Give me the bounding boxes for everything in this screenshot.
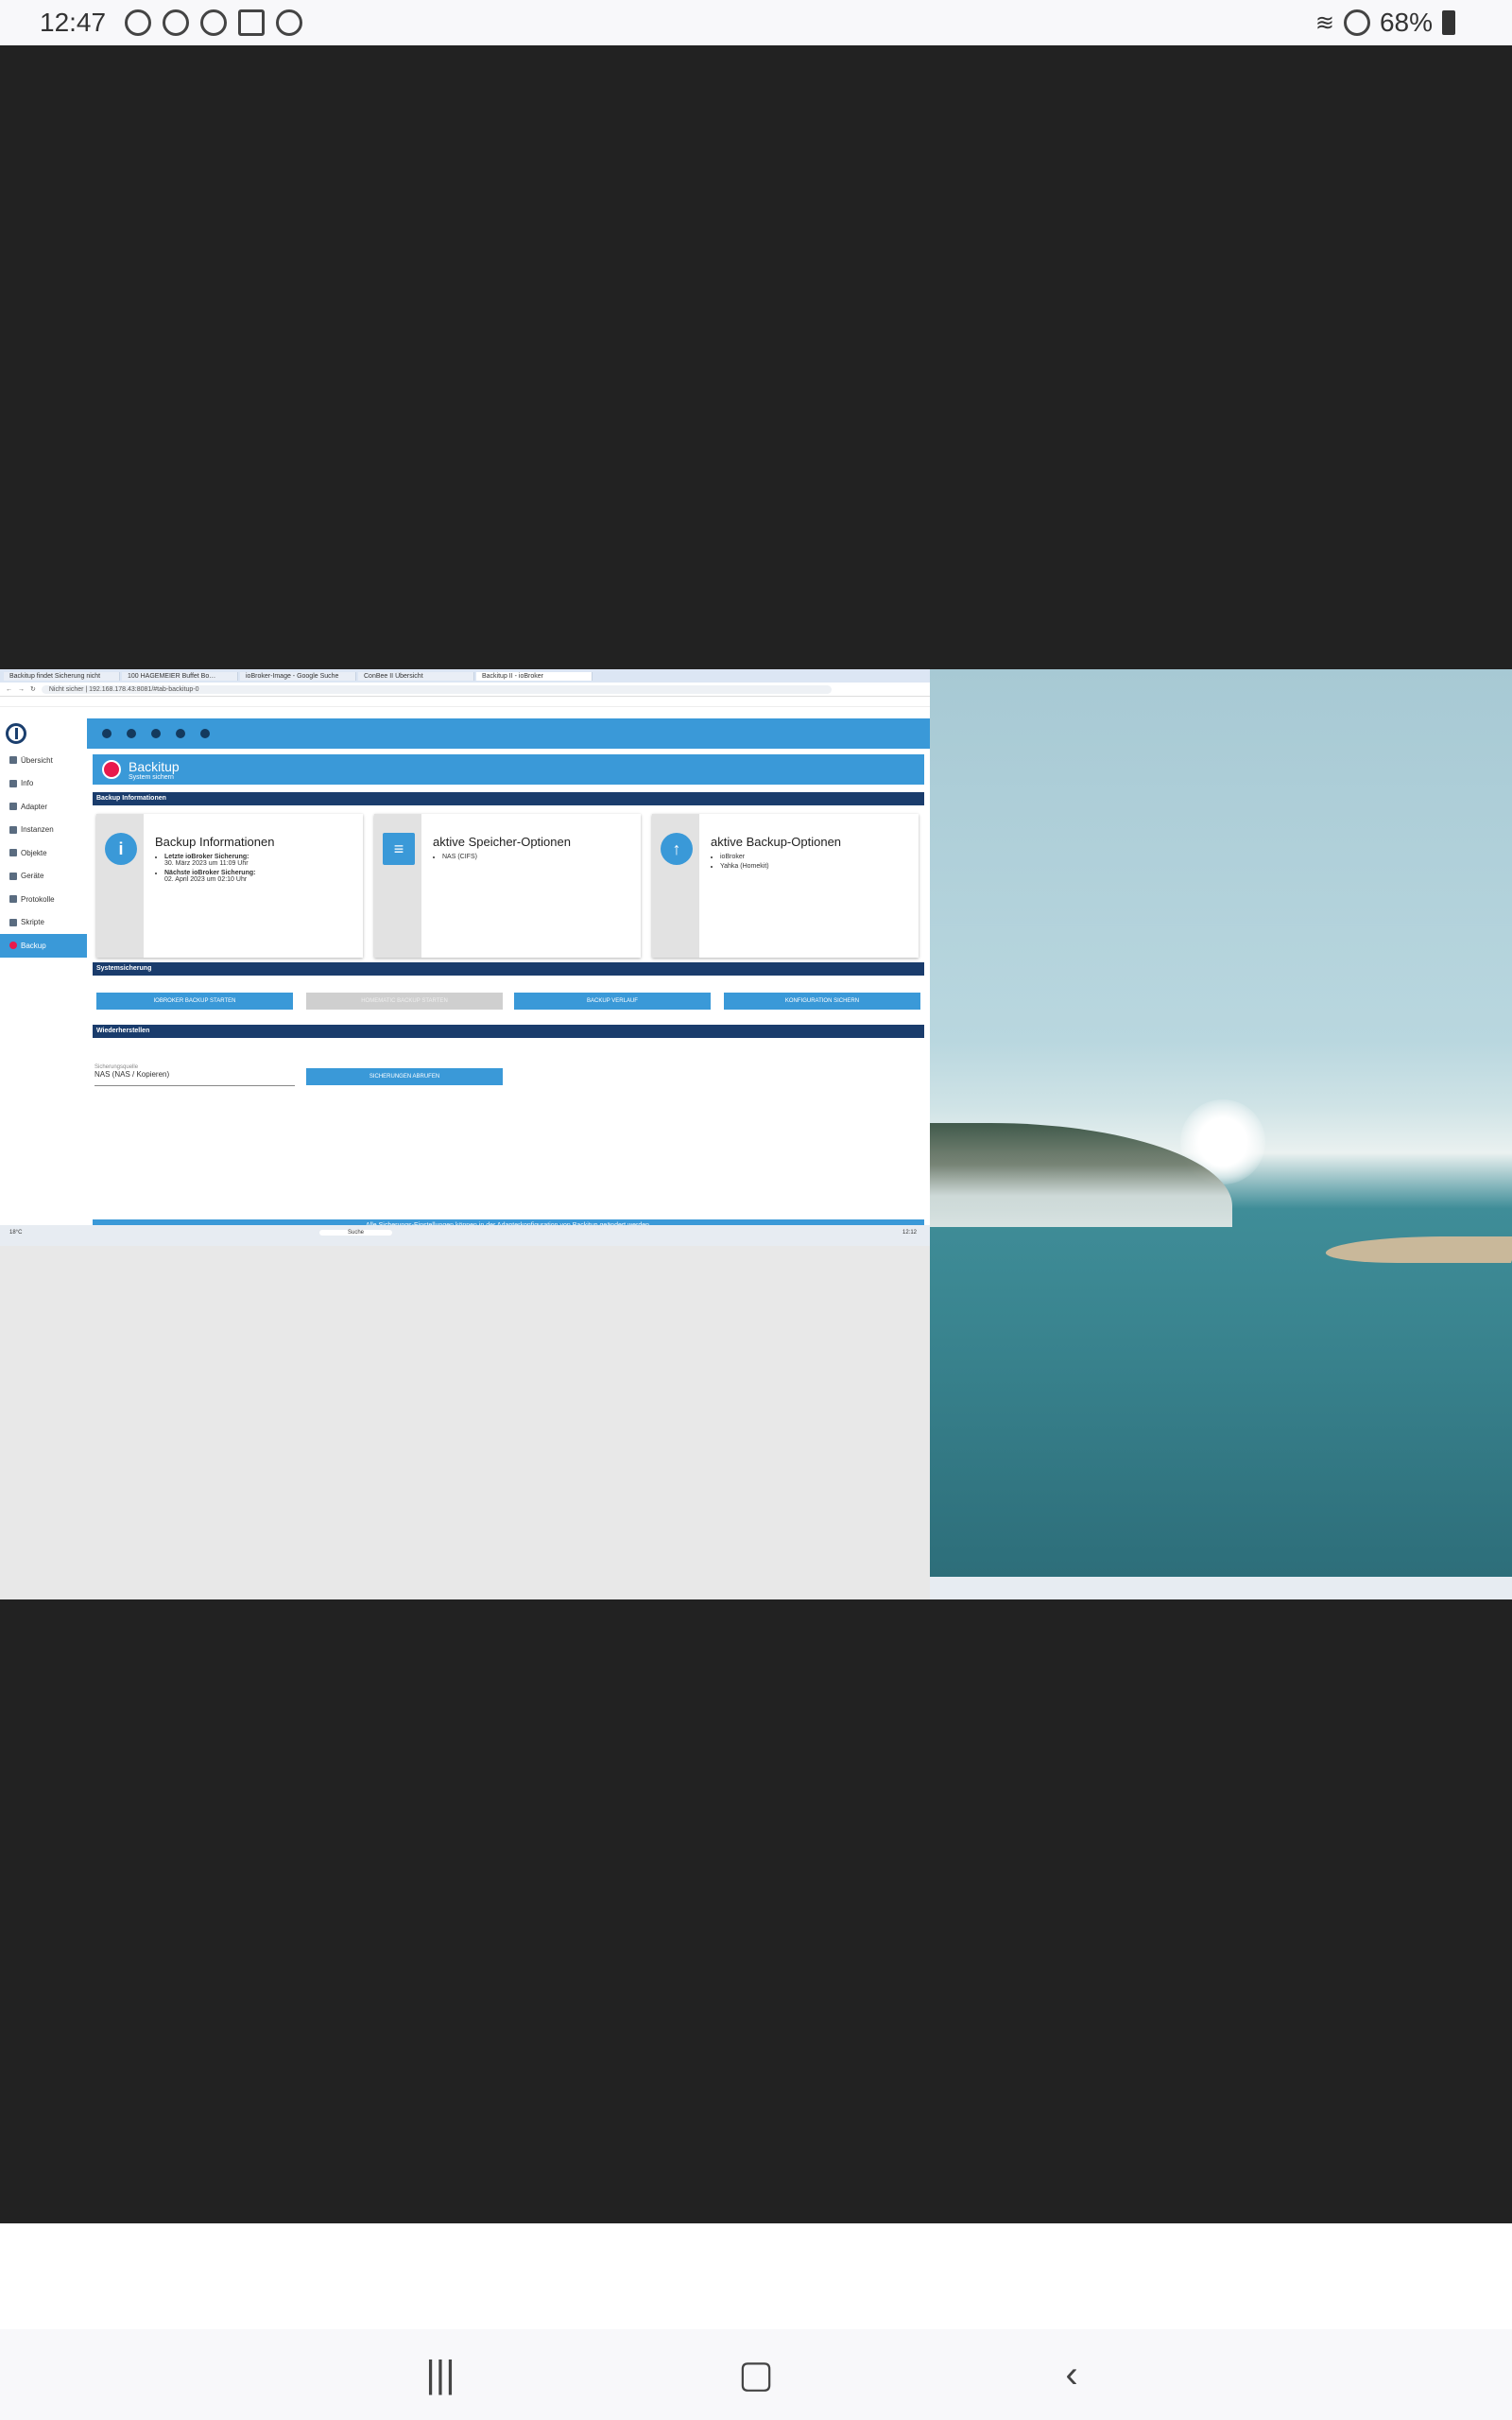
main-content: Backitup System sichern Backup Informati… xyxy=(87,749,930,1236)
page-title: Backitup xyxy=(129,758,180,774)
log-icon xyxy=(9,895,17,904)
card-title: aktive Backup-Optionen xyxy=(711,835,842,849)
theme-icon[interactable] xyxy=(151,729,161,738)
url-field[interactable]: Nicht sicher | 192.168.178.43:8081/#tab-… xyxy=(41,684,832,694)
homematic-backup-button[interactable]: HOMEMATIC BACKUP STARTEN xyxy=(306,993,503,1010)
dnd-icon xyxy=(125,9,152,36)
info-card: i Backup Informationen Letzte ioBroker S… xyxy=(96,814,363,958)
eye-icon[interactable] xyxy=(102,729,112,738)
phone-status-bar: 12:47 ≋ 68% xyxy=(0,0,1512,45)
home-icon[interactable]: ▢ xyxy=(738,2354,774,2395)
refresh-icon[interactable] xyxy=(200,729,210,738)
x-app-icon xyxy=(163,9,190,36)
card-line: ioBroker xyxy=(720,854,769,860)
grid-icon xyxy=(9,756,17,765)
browser-tab[interactable]: Backitup findet Sicherung nicht xyxy=(4,671,120,681)
browser-tab[interactable]: ConBee II Übersicht xyxy=(358,671,474,681)
back-icon[interactable]: ‹ xyxy=(1056,2354,1088,2395)
save-config-button[interactable]: KONFIGURATION SICHERN xyxy=(724,993,920,1010)
sidebar-item-objekte[interactable]: Objekte xyxy=(0,841,87,865)
expert-icon[interactable] xyxy=(176,729,185,738)
status-time: 12:47 xyxy=(40,8,107,37)
taskbar-clock: 12:12 xyxy=(902,1230,917,1236)
blocked-icon xyxy=(1343,9,1370,36)
card-line: NAS (CIFS) xyxy=(442,854,477,860)
iobroker-logo xyxy=(0,718,87,749)
browser-window: Backitup findet Sicherung nicht 100 HAGE… xyxy=(0,669,930,1236)
windows-taskbar: 18°C Suche 12:12 xyxy=(0,1225,930,1246)
instances-icon xyxy=(9,825,17,834)
android-nav-bar: ||| ▢ ‹ xyxy=(0,2329,1512,2420)
restore-source-select[interactable]: Sicherungsquelle NAS (NAS / Kopieren) xyxy=(94,1064,295,1086)
card-line: Yahka (Homekit) xyxy=(720,863,769,870)
forward-icon[interactable]: → xyxy=(18,686,25,693)
taskbar-search[interactable]: Suche xyxy=(319,1230,393,1236)
card-line: Nächste ioBroker Sicherung:02. April 202… xyxy=(164,870,255,883)
card-line: Letzte ioBroker Sicherung:30. März 2023 … xyxy=(164,854,255,867)
top-toolbar xyxy=(87,718,930,749)
card-title: Backup Informationen xyxy=(155,835,275,849)
battery-percent: 68% xyxy=(1379,8,1433,37)
sidebar: Übersicht Info Adapter Instanzen Objekte… xyxy=(0,718,88,1236)
iobroker-app: Übersicht Info Adapter Instanzen Objekte… xyxy=(0,718,930,1236)
sidebar-item-skripte[interactable]: Skripte xyxy=(0,911,87,935)
browser-tabs: Backitup findet Sicherung nicht 100 HAGE… xyxy=(0,669,930,683)
bookmarks-bar xyxy=(0,697,930,707)
weather-widget[interactable]: 18°C xyxy=(9,1230,22,1236)
sidebar-item-uebersicht[interactable]: Übersicht xyxy=(0,749,87,772)
address-bar: ← → ↻ Nicht sicher | 192.168.178.43:8081… xyxy=(0,683,930,697)
card-title: aktive Speicher-Optionen xyxy=(433,835,571,849)
image-letterbox-bottom xyxy=(0,1599,1512,2223)
sidebar-item-adapter[interactable]: Adapter xyxy=(0,795,87,819)
list-icon xyxy=(9,849,17,857)
sidebar-item-backup[interactable]: Backup xyxy=(0,934,87,958)
sidebar-item-instanzen[interactable]: Instanzen xyxy=(0,819,87,842)
backup-options-card: ↑ aktive Backup-Optionen ioBroker Yahka (… xyxy=(652,814,919,958)
wrench-icon[interactable] xyxy=(127,729,136,738)
backitup-icon xyxy=(102,760,121,779)
info-icon xyxy=(9,779,17,787)
screenshot-image: Backitup findet Sicherung nicht 100 HAGE… xyxy=(0,669,1512,1599)
browser-tab[interactable]: ioBroker-Image - Google Suche xyxy=(240,671,356,681)
sidebar-item-protokolle[interactable]: Protokolle xyxy=(0,888,87,911)
backup-icon xyxy=(9,942,17,950)
fetch-backups-button[interactable]: SICHERUNGEN ABRUFEN xyxy=(306,1068,503,1085)
info-icon: i xyxy=(105,833,137,865)
script-icon xyxy=(9,918,17,926)
page-subtitle: System sichern xyxy=(129,773,174,781)
cloud-upload-icon: ↑ xyxy=(661,833,693,865)
storage-icon: ≡ xyxy=(383,833,415,865)
page-header: Backitup System sichern xyxy=(93,754,924,785)
sidebar-item-geraete[interactable]: Geräte xyxy=(0,865,87,889)
browser-tab[interactable]: 100 HAGEMEIER Buffet Bo… xyxy=(122,671,238,681)
browser-tab-active[interactable]: Backitup II - ioBroker xyxy=(476,671,593,681)
x-app-icon xyxy=(276,9,303,36)
image-letterbox-top xyxy=(0,45,1512,669)
gallery-icon xyxy=(238,9,266,36)
storage-card: ≡ aktive Speicher-Optionen NAS (CIFS) xyxy=(374,814,641,958)
section-system: Systemsicherung xyxy=(93,962,924,976)
left-monitor: Backitup findet Sicherung nicht 100 HAGE… xyxy=(0,669,930,1599)
back-icon[interactable]: ← xyxy=(6,686,12,693)
battery-icon xyxy=(1442,10,1455,35)
right-monitor-wallpaper xyxy=(930,669,1512,1599)
reload-icon[interactable]: ↻ xyxy=(30,685,36,693)
iobroker-logo-icon xyxy=(6,723,26,744)
backup-history-button[interactable]: BACKUP VERLAUF xyxy=(514,993,711,1010)
recent-apps-icon[interactable]: ||| xyxy=(424,2354,456,2395)
section-restore: Wiederherstellen xyxy=(93,1025,924,1038)
devices-icon xyxy=(9,872,17,880)
store-icon xyxy=(9,803,17,811)
wifi-icon: ≋ xyxy=(1314,9,1334,36)
app-notification-icon xyxy=(200,9,228,36)
section-info: Backup Informationen xyxy=(93,792,924,805)
sidebar-item-info[interactable]: Info xyxy=(0,772,87,796)
windows-taskbar xyxy=(930,1577,1512,1599)
iobroker-backup-button[interactable]: IOBROKER BACKUP STARTEN xyxy=(96,993,293,1010)
